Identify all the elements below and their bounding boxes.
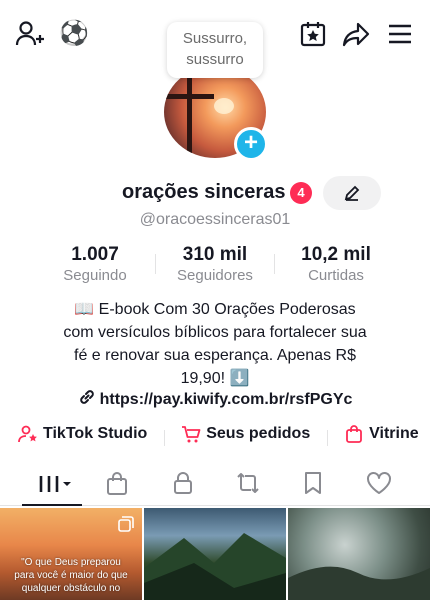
bio-line: 📖 E-book Com 30 Orações Poderosas [74, 301, 356, 318]
stat-divider [274, 254, 275, 274]
stat-label: Curtidas [308, 267, 364, 284]
content-tabs [0, 462, 430, 506]
video-caption: "O que Deus preparou para você é maior d… [4, 556, 138, 595]
profile-name: orações sinceras [122, 181, 286, 203]
studio-icon [18, 425, 37, 443]
shortcut-row: TikTok Studio Seus pedidos Vitrine [18, 424, 430, 448]
video-thumbnail[interactable] [144, 508, 286, 600]
lock-icon [174, 472, 192, 494]
video-thumbnail[interactable] [288, 508, 430, 600]
bag-icon [346, 425, 363, 443]
name-row: orações sinceras 4 [0, 176, 430, 210]
shortcut-label: TikTok Studio [43, 425, 148, 442]
stat-value: 1.007 [71, 244, 119, 265]
shortcut-label: Seus pedidos [206, 425, 311, 442]
pencil-icon [344, 185, 360, 201]
status-bubble[interactable]: Sussurro, sussurro [167, 22, 263, 78]
bio-line: com versículos bíblicos para fortalecer … [63, 324, 367, 341]
link-icon [78, 388, 96, 411]
stat-divider [155, 254, 156, 274]
profile-stats: 1.007 Seguindo 310 mil Seguidores 10,2 m… [0, 244, 430, 288]
heart-icon [367, 472, 391, 494]
profile-bio: 📖 E-book Com 30 Orações Poderosas com ve… [40, 298, 390, 390]
menu-icon[interactable] [384, 18, 416, 50]
shortcut-divider [326, 430, 328, 446]
bubble-line-2: sussurro [186, 51, 244, 68]
active-tab-indicator [22, 504, 82, 506]
videos-grid-icon [39, 476, 71, 492]
stat-following[interactable]: 1.007 Seguindo [40, 244, 150, 286]
shortcut-divider [163, 430, 165, 446]
repost-icon [237, 473, 259, 493]
stat-followers[interactable]: 310 mil Seguidores [160, 244, 270, 286]
cart-icon [182, 426, 201, 443]
stat-value: 10,2 mil [301, 244, 371, 265]
add-avatar-button[interactable]: + [234, 127, 268, 161]
tab-videos[interactable] [34, 468, 76, 498]
bubble-line-1: Sussurro, [182, 30, 248, 47]
edit-profile-button[interactable] [323, 176, 381, 210]
bio-line: fé e renovar sua esperança. Apenas R$ [74, 347, 356, 364]
soccer-ball-icon[interactable]: ⚽ [58, 18, 90, 50]
shortcut-label: Vitrine [369, 425, 419, 442]
bio-link[interactable]: https://pay.kiwify.com.br/rsfPGYc [0, 388, 430, 411]
bookmark-icon [305, 472, 321, 494]
orders-shortcut[interactable]: Seus pedidos [181, 424, 310, 444]
bio-link-text: https://pay.kiwify.com.br/rsfPGYc [99, 391, 353, 408]
caption-line: "O que Deus preparou [21, 557, 121, 568]
tab-private[interactable] [165, 468, 201, 498]
shop-bag-icon [107, 472, 127, 495]
tiktok-studio-shortcut[interactable]: TikTok Studio [18, 424, 147, 444]
stat-label: Seguindo [63, 267, 127, 284]
tab-liked[interactable] [361, 468, 397, 498]
tab-reposts[interactable] [230, 468, 266, 498]
tab-shop[interactable] [99, 468, 135, 498]
tab-saved[interactable] [295, 468, 331, 498]
showcase-shortcut[interactable]: Vitrine [344, 424, 419, 444]
notification-badge[interactable]: 4 [290, 182, 312, 204]
forest-image [288, 566, 430, 600]
video-grid: "O que Deus preparou para você é maior d… [0, 508, 430, 600]
video-thumbnail[interactable]: "O que Deus preparou para você é maior d… [0, 508, 142, 600]
add-friend-icon[interactable] [14, 18, 46, 50]
calendar-star-icon[interactable] [297, 18, 329, 50]
stat-label: Seguidores [177, 267, 253, 284]
bio-line: 19,90! ⬇️ [180, 370, 250, 387]
mountain-image [144, 533, 286, 600]
caption-line: qualquer obstáculo no [21, 583, 121, 594]
stat-value: 310 mil [182, 244, 248, 265]
share-icon[interactable] [340, 18, 372, 50]
profile-handle: @oracoessinceras01 [139, 211, 291, 228]
multi-photo-icon [118, 516, 134, 532]
caption-line: para você é maior do que [14, 570, 128, 581]
stat-likes[interactable]: 10,2 mil Curtidas [281, 244, 391, 286]
